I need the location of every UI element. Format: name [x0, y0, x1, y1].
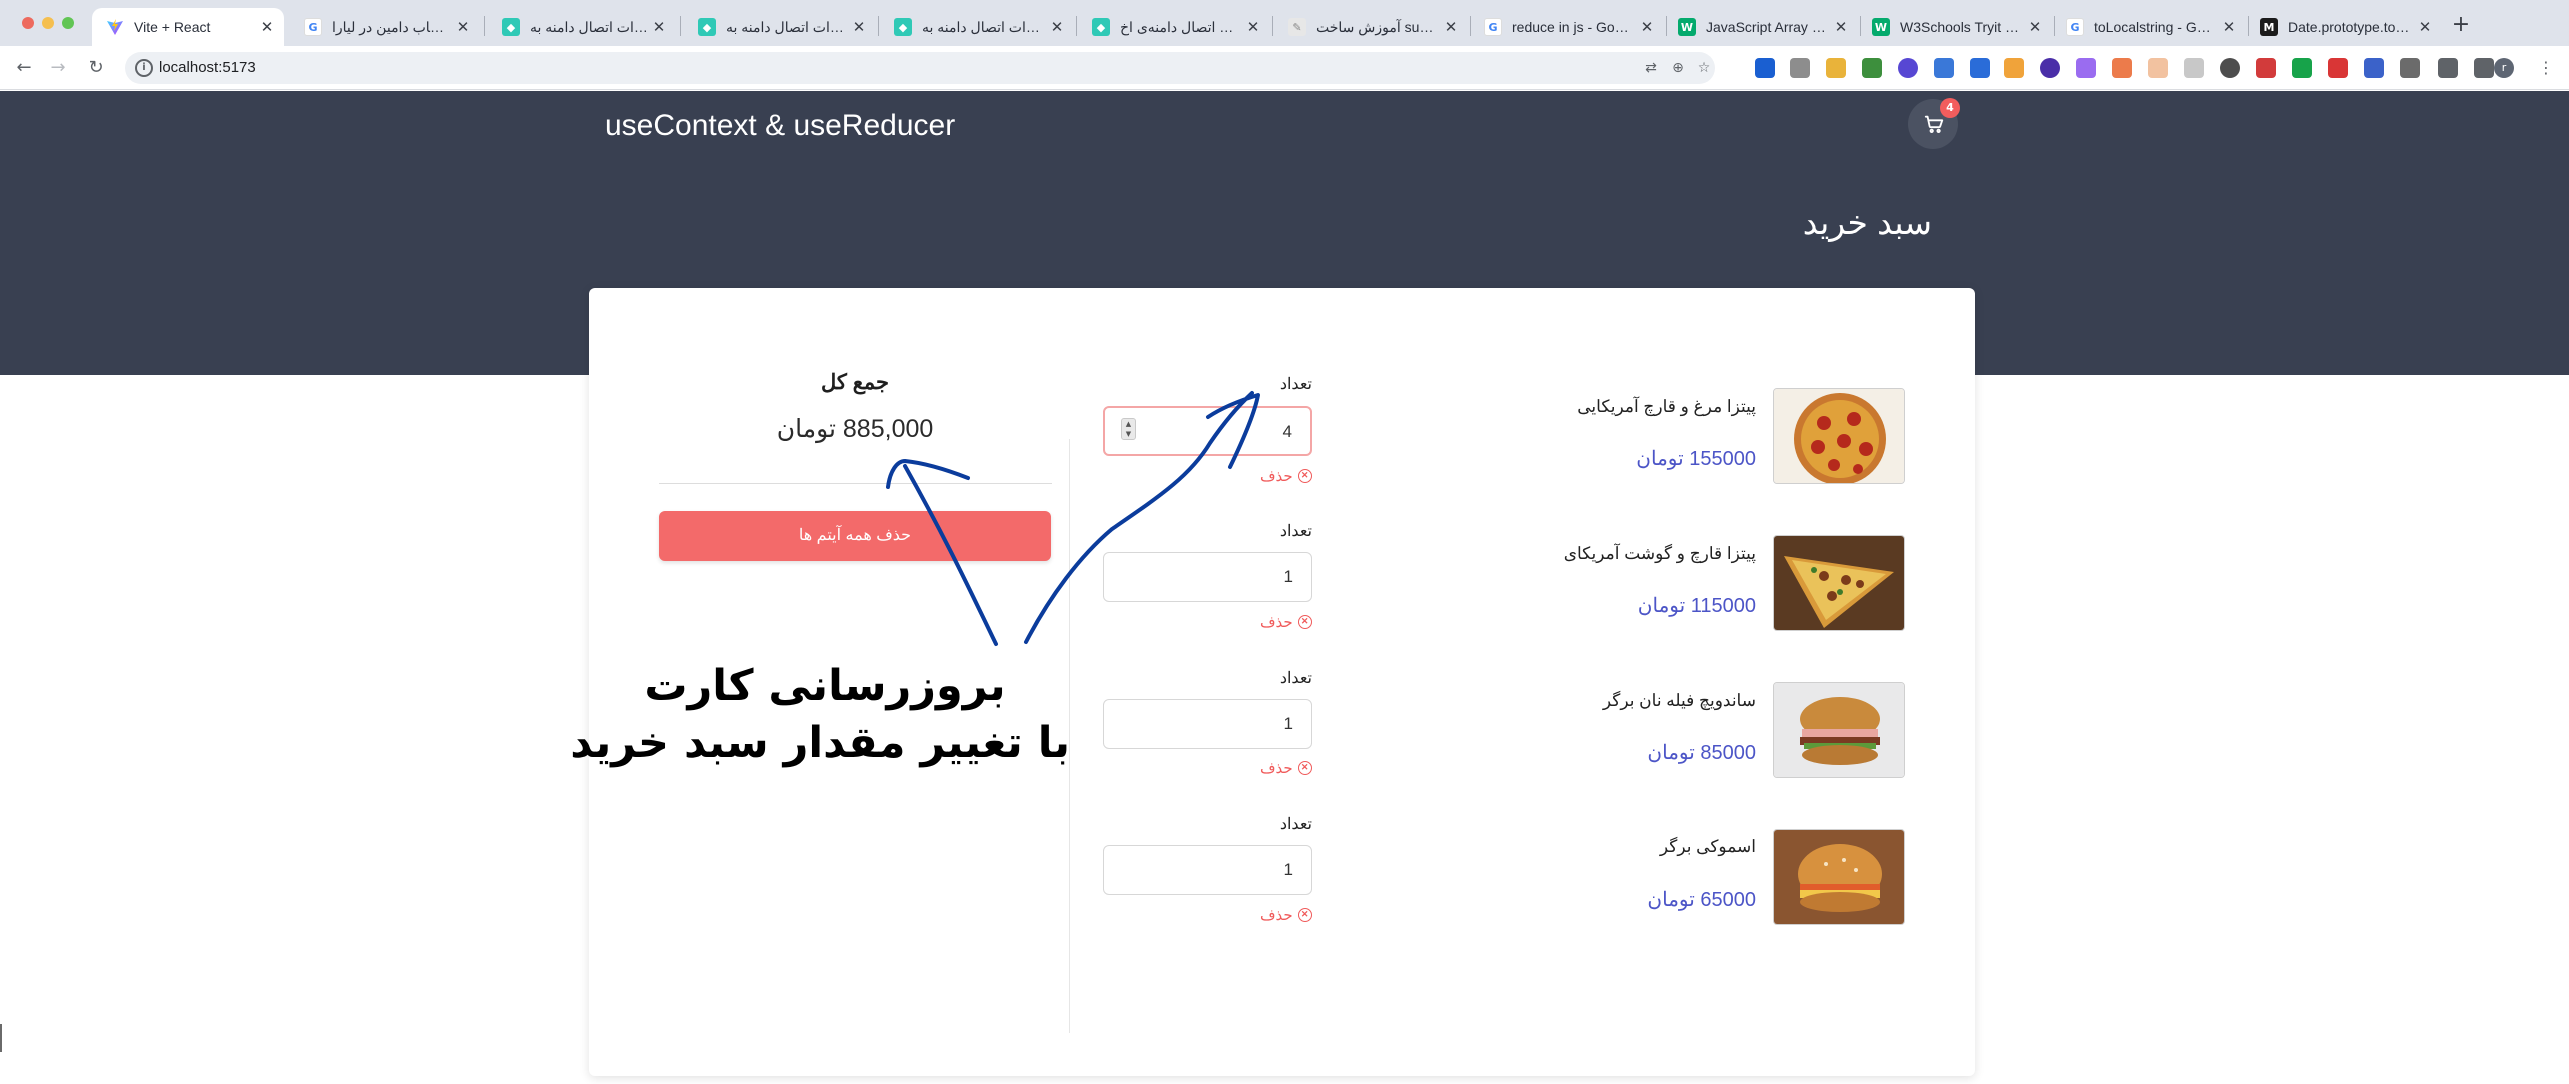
- side-panel-icon[interactable]: [2474, 58, 2494, 78]
- extension-icon[interactable]: [1826, 58, 1846, 78]
- browser-tab[interactable]: ◆ مستندات اتصال دامنه به ✕: [684, 8, 876, 46]
- extension-icon[interactable]: [1862, 58, 1882, 78]
- liara-icon: ◆: [1092, 18, 1110, 36]
- tab-title: Vite + React: [134, 19, 211, 35]
- media-control-icon[interactable]: [2438, 58, 2458, 78]
- close-window-button[interactable]: [22, 17, 34, 29]
- tab-separator: [878, 16, 879, 36]
- browser-tab[interactable]: G toLocalstring - Googl ✕: [2052, 8, 2246, 46]
- browser-tab[interactable]: G reduce in js - Google ✕: [1470, 8, 1664, 46]
- download-icon[interactable]: [1970, 58, 1990, 78]
- tab-separator: [484, 16, 485, 36]
- browser-tab[interactable]: ◆ راهنمای اتصال دامنه‌ی اخ ✕: [1078, 8, 1270, 46]
- translate-icon[interactable]: ⇄: [1643, 60, 1659, 76]
- google-icon: G: [304, 18, 322, 36]
- close-tab-icon[interactable]: ✕: [1830, 18, 1852, 36]
- extension-icon[interactable]: [2076, 58, 2096, 78]
- annotation-text: با تغییر مقدار سبد خرید: [570, 718, 1070, 768]
- browser-toolbar: ← → ↻ i localhost:5173 ⇄ ⊕ ☆ r ⋮: [0, 46, 2569, 90]
- adblock-icon[interactable]: [2256, 58, 2276, 78]
- close-tab-icon[interactable]: ✕: [848, 18, 870, 36]
- browser-tab[interactable]: ◆ مستندات اتصال دامنه به ✕: [880, 8, 1074, 46]
- tab-title: W3Schools Tryit Edito: [1900, 19, 2024, 35]
- close-tab-icon[interactable]: ✕: [1046, 18, 1068, 36]
- annotation-arrows: [886, 391, 1260, 646]
- annotation-text: بروزرسانی کارت: [644, 661, 1006, 711]
- extension-icon[interactable]: [2112, 58, 2132, 78]
- minimize-window-button[interactable]: [42, 17, 54, 29]
- tab-title: reduce in js - Google: [1512, 19, 1636, 35]
- tab-separator: [1272, 16, 1273, 36]
- tab-title: toLocalstring - Googl: [2094, 19, 2218, 35]
- tab-title: Date.prototype.toLoc: [2288, 19, 2414, 35]
- extension-icon[interactable]: [2220, 58, 2240, 78]
- browser-tab[interactable]: W W3Schools Tryit Edito ✕: [1858, 8, 2052, 46]
- tab-title: راهنمای اتصال دامنه‌ی اخ: [1120, 18, 1242, 35]
- browser-tab[interactable]: W JavaScript Array redu ✕: [1664, 8, 1858, 46]
- puzzle-icon[interactable]: [2400, 58, 2420, 78]
- liara-icon: ◆: [502, 18, 520, 36]
- extension-icon[interactable]: [1898, 58, 1918, 78]
- extension-icon[interactable]: [1790, 58, 1810, 78]
- tab-title: مستندات اتصال دامنه به: [922, 18, 1046, 35]
- url-text: localhost:5173: [159, 59, 256, 76]
- extension-icon[interactable]: [2148, 58, 2168, 78]
- extension-icon[interactable]: [2184, 58, 2204, 78]
- close-tab-icon[interactable]: ✕: [452, 18, 474, 36]
- tab-separator: [1076, 16, 1077, 36]
- browser-tab[interactable]: Vite + React ✕: [92, 8, 284, 46]
- extension-icon[interactable]: [1755, 58, 1775, 78]
- profile-avatar[interactable]: r: [2494, 58, 2514, 78]
- google-icon: G: [1484, 18, 1502, 36]
- google-icon: G: [2066, 18, 2084, 36]
- arrow-to-total: [886, 459, 998, 646]
- browser-tab-bar: Vite + React ✕ G ایجاد ساب دامین در لیار…: [0, 0, 2569, 46]
- liara-icon: ◆: [894, 18, 912, 36]
- bookmark-star-icon[interactable]: ☆: [1696, 60, 1712, 76]
- extension-icon[interactable]: [2004, 58, 2024, 78]
- close-tab-icon[interactable]: ✕: [1242, 18, 1264, 36]
- window-edge: [0, 1024, 2, 1052]
- w3schools-icon: W: [1678, 18, 1696, 36]
- extension-icon[interactable]: [2040, 58, 2060, 78]
- liara-icon: ◆: [698, 18, 716, 36]
- extension-icon[interactable]: [1934, 58, 1954, 78]
- arrow-to-quantity: [1024, 391, 1260, 644]
- tab-title: مستندات اتصال دامنه به: [530, 18, 648, 35]
- close-tab-icon[interactable]: ✕: [256, 18, 278, 36]
- close-tab-icon[interactable]: ✕: [1440, 18, 1462, 36]
- close-tab-icon[interactable]: ✕: [1636, 18, 1658, 36]
- close-tab-icon[interactable]: ✕: [2218, 18, 2240, 36]
- extension-icon[interactable]: [2364, 58, 2384, 78]
- blog-icon: ✎: [1288, 18, 1306, 36]
- reload-icon[interactable]: ↻: [84, 56, 108, 80]
- mdn-icon: M: [2260, 18, 2278, 36]
- w3schools-icon: W: [1872, 18, 1890, 36]
- browser-tab[interactable]: ◆ مستندات اتصال دامنه به ✕: [488, 8, 676, 46]
- more-menu-icon[interactable]: ⋮: [2534, 56, 2558, 80]
- zoom-icon[interactable]: ⊕: [1670, 60, 1686, 76]
- browser-tab[interactable]: G ایجاد ساب دامین در لیارا ✕: [290, 8, 480, 46]
- new-tab-button[interactable]: +: [2448, 12, 2474, 38]
- shield-icon[interactable]: [2292, 58, 2312, 78]
- maximize-window-button[interactable]: [62, 17, 74, 29]
- vite-logo-icon: [106, 18, 124, 36]
- close-tab-icon[interactable]: ✕: [648, 18, 670, 36]
- app-page: useContext & useReducer 4 سبد خرید پیتزا…: [0, 91, 2569, 1084]
- extension-icon[interactable]: [2328, 58, 2348, 78]
- tab-separator: [680, 16, 681, 36]
- tab-title: ایجاد ساب دامین در لیارا: [332, 18, 452, 35]
- back-arrow-icon[interactable]: ←: [12, 56, 36, 80]
- browser-tab[interactable]: M Date.prototype.toLoc ✕: [2246, 8, 2442, 46]
- browser-tab[interactable]: ✎ آموزش ساخت subdomain ✕: [1274, 8, 1468, 46]
- site-info-icon[interactable]: i: [135, 59, 153, 77]
- close-tab-icon[interactable]: ✕: [2024, 18, 2046, 36]
- close-tab-icon[interactable]: ✕: [2414, 18, 2436, 36]
- address-bar[interactable]: i localhost:5173 ⇄ ⊕ ☆: [125, 52, 1715, 84]
- tab-title: مستندات اتصال دامنه به: [726, 18, 848, 35]
- forward-arrow-icon[interactable]: →: [46, 56, 70, 80]
- tab-title: آموزش ساخت subdomain: [1316, 18, 1440, 35]
- tab-title: JavaScript Array redu: [1706, 19, 1830, 35]
